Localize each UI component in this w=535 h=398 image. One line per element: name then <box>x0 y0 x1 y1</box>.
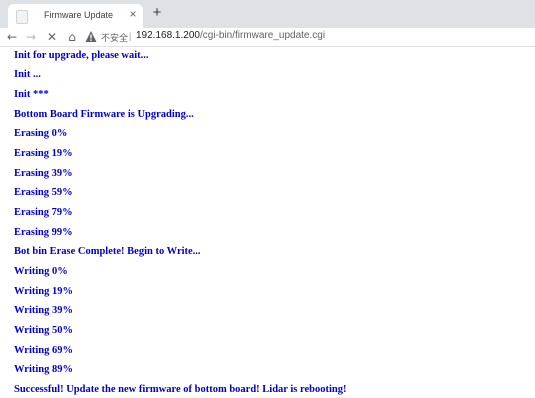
forward-arrow-icon[interactable]: → <box>23 29 39 45</box>
status-line: Successful! Update the new firmware of b… <box>14 384 347 395</box>
status-line: Erasing 19% <box>14 148 73 159</box>
status-line: Bot bin Erase Complete! Begin to Write..… <box>14 246 201 257</box>
browser-toolbar: ← → ✕ ⌂ 不安全 | 192.168.1.200 /cgi-bin/fir… <box>0 28 535 47</box>
url-host[interactable]: 192.168.1.200 <box>136 30 200 41</box>
status-line: Erasing 39% <box>14 168 73 179</box>
status-line: Erasing 99% <box>14 227 73 238</box>
address-bar[interactable]: 不安全 | 192.168.1.200 /cgi-bin/firmware_up… <box>84 29 529 45</box>
tab-title: Firmware Update <box>44 10 114 20</box>
security-status-label[interactable]: 不安全 <box>101 31 128 44</box>
url-path[interactable]: /cgi-bin/firmware_update.cgi <box>200 30 325 41</box>
status-line: Writing 19% <box>14 286 74 297</box>
status-line: Erasing 59% <box>14 187 73 198</box>
status-line: Erasing 79% <box>14 207 73 218</box>
status-line: Writing 0% <box>14 266 68 277</box>
page-content: Init for upgrade, please wait... Init ..… <box>0 47 535 398</box>
address-separator: | <box>129 31 132 41</box>
status-line: Init ... <box>14 69 41 80</box>
status-line: Init for upgrade, please wait... <box>14 50 149 61</box>
warning-icon[interactable] <box>85 30 97 43</box>
tab-strip: Firmware Update × + <box>0 0 535 28</box>
status-line: Writing 69% <box>14 345 74 356</box>
back-arrow-icon[interactable]: ← <box>4 29 20 45</box>
close-tab-icon[interactable]: × <box>126 7 140 21</box>
home-icon[interactable]: ⌂ <box>64 29 80 45</box>
status-line: Init *** <box>14 89 49 100</box>
status-line: Writing 89% <box>14 364 74 375</box>
new-tab-button[interactable]: + <box>148 4 166 22</box>
status-line: Writing 50% <box>14 325 74 336</box>
status-line: Writing 39% <box>14 305 74 316</box>
stop-loading-icon[interactable]: ✕ <box>44 29 60 45</box>
page-icon <box>16 10 28 24</box>
status-line: Erasing 0% <box>14 128 68 139</box>
status-line: Bottom Board Firmware is Upgrading... <box>14 109 194 120</box>
tab-firmware-update[interactable]: Firmware Update × <box>8 4 143 28</box>
